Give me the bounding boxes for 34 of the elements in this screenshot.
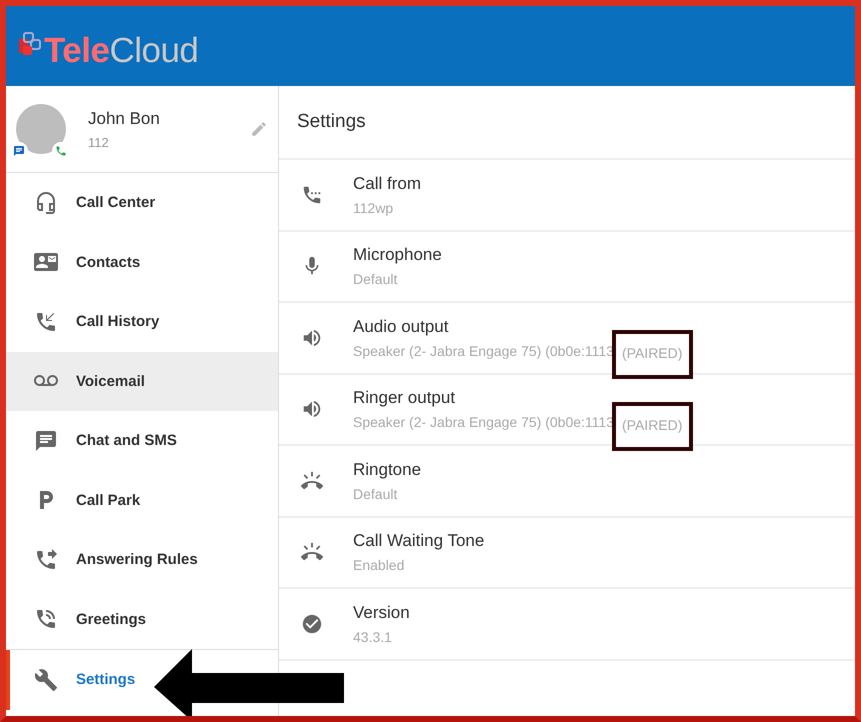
setting-value: 43.3.1 <box>353 628 392 645</box>
setting-value: Speaker (2- Jabra Engage 75) (0b0e:1113 <box>353 342 614 359</box>
paired-tag: (PAIRED) <box>612 402 694 451</box>
setting-value: 112wp <box>353 200 394 216</box>
settings-row[interactable]: Ringer output Speaker (2- Jabra Engage 75) (0b0e:1113 (PAIRED) <box>279 374 855 446</box>
settings-row[interactable]: Microphone Default <box>279 232 855 303</box>
settings-row[interactable]: Call from 112wp <box>279 160 855 232</box>
phone-forward-icon <box>34 548 58 572</box>
setting-label: Version <box>353 602 410 623</box>
user-extension: 112 <box>88 134 110 150</box>
ringing-phone-icon <box>299 470 325 492</box>
setting-label: Ringtone <box>353 460 422 480</box>
nav-item[interactable]: Voicemail <box>6 352 278 411</box>
edit-icon[interactable] <box>250 120 268 138</box>
setting-label: Ringer output <box>353 388 456 408</box>
setting-label: Audio output <box>353 316 450 337</box>
user-name: John Bon <box>88 108 161 128</box>
settings-row[interactable]: Audio output Speaker (2- Jabra Engage 75) (0b0e:1113 (PAIRED) <box>279 303 855 374</box>
page-title: Settings <box>279 86 855 160</box>
chat-bubble-icon <box>34 428 58 453</box>
setting-value: Speaker (2- Jabra Engage 75) (0b0e:1113 <box>353 414 614 430</box>
setting-value: Default <box>353 486 398 502</box>
setting-label: Call from <box>353 174 422 194</box>
setting-label: Microphone <box>353 245 442 266</box>
settings-row[interactable]: Ringtone Default <box>279 446 855 518</box>
settings-row[interactable]: Version 43.3.1 <box>279 589 855 660</box>
setting-label: Call Waiting Tone <box>353 531 484 552</box>
settings-row[interactable]: Call Waiting Tone Enabled <box>279 518 855 589</box>
setting-value: Enabled <box>353 557 404 574</box>
wrench-icon <box>34 668 58 692</box>
headset-icon <box>34 190 58 215</box>
setting-value: Default <box>353 271 398 288</box>
logo-text: TeleCloud <box>44 31 198 71</box>
paired-tag: (PAIRED) <box>612 330 694 380</box>
